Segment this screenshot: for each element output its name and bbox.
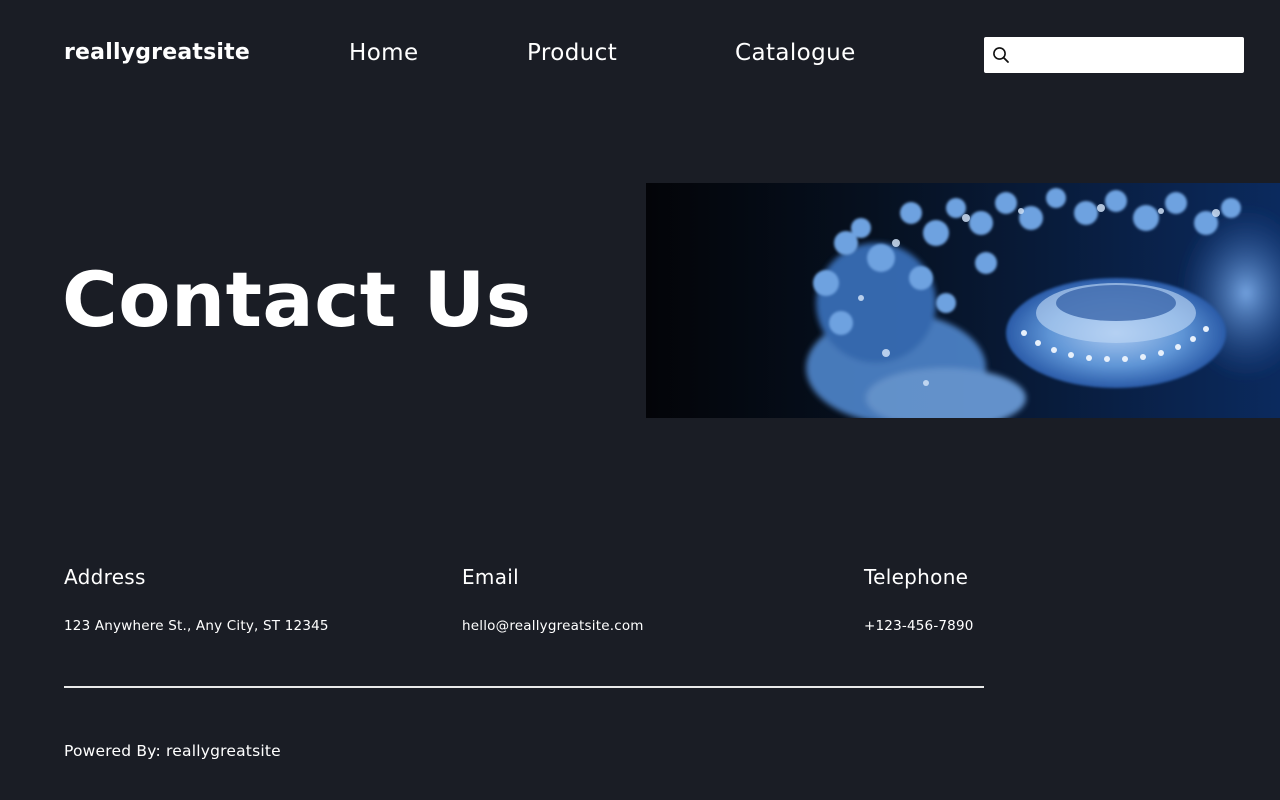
page-title: Contact Us [62,255,532,344]
nav-product[interactable]: Product [527,40,617,66]
nav-catalogue[interactable]: Catalogue [735,40,856,66]
search-icon[interactable] [984,37,1018,73]
address-heading: Address [64,565,146,589]
jellyfish-photo [646,183,1280,418]
email-heading: Email [462,565,519,589]
search-input[interactable] [1018,37,1244,73]
search-box[interactable] [984,37,1244,73]
email-link[interactable]: hello@reallygreatsite.com [462,618,644,634]
telephone-link[interactable]: +123-456-7890 [864,618,974,634]
telephone-heading: Telephone [864,565,969,589]
divider [64,686,984,688]
brand-logo[interactable]: reallygreatsite [64,40,250,65]
address-value: 123 Anywhere St., Any City, ST 12345 [64,618,329,634]
contact-page: reallygreatsite Home Product Catalogue C… [0,0,1280,800]
footer-credit: Powered By: reallygreatsite [64,742,281,760]
nav-home[interactable]: Home [349,40,419,66]
